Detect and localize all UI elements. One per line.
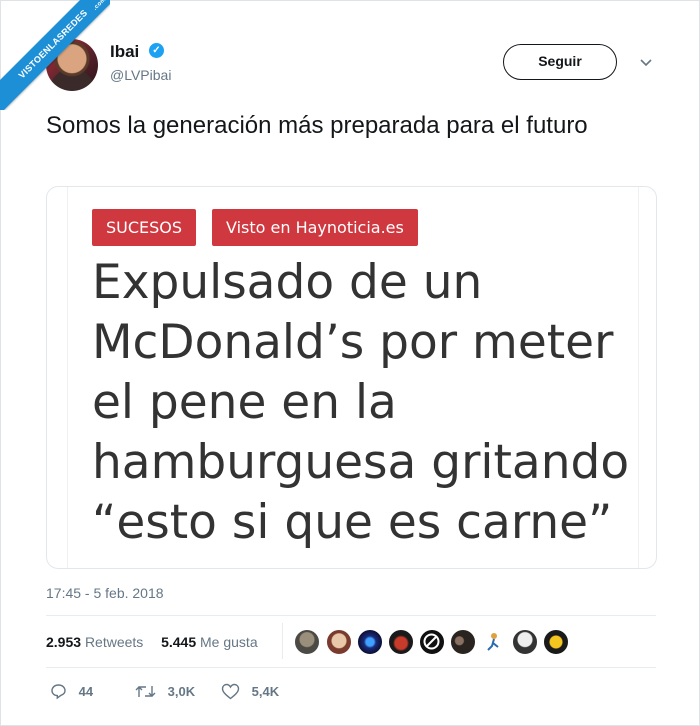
watermark-sub: .com (92, 0, 108, 12)
watermark-ribbon: VISTOENLASREDES .com (0, 0, 110, 110)
liker-avatar[interactable] (326, 629, 352, 655)
engagement-stats: 2.953 Retweets 5.445 Me gusta (46, 634, 258, 650)
like-count: 5,4K (251, 684, 280, 700)
article-image: SUCESOS Visto en Haynoticia.es Expulsado… (67, 187, 639, 568)
author-name[interactable]: Ibai (110, 42, 139, 62)
tag-sucesos: SUCESOS (92, 209, 197, 246)
liker-avatar[interactable] (450, 629, 476, 655)
reply-button[interactable]: 44 (50, 683, 93, 700)
retweets-count[interactable]: 2.953 (46, 634, 81, 650)
retweet-button[interactable]: 3,0K (135, 683, 195, 700)
divider (46, 667, 656, 668)
likes-label[interactable]: Me gusta (200, 634, 258, 650)
liker-avatar[interactable] (388, 629, 414, 655)
tweet-timestamp[interactable]: 17:45 - 5 feb. 2018 (46, 585, 164, 601)
chevron-down-icon[interactable] (636, 52, 656, 72)
likes-count[interactable]: 5.445 (161, 634, 196, 650)
heart-icon (221, 683, 240, 700)
tag-source: Visto en Haynoticia.es (212, 209, 418, 246)
media-card[interactable]: SUCESOS Visto en Haynoticia.es Expulsado… (46, 186, 657, 569)
retweet-icon (135, 686, 156, 698)
like-button[interactable]: 5,4K (221, 683, 279, 700)
liker-avatar[interactable] (512, 629, 538, 655)
circle-slash-icon (423, 633, 440, 650)
author-handle[interactable]: @LVPibai (110, 67, 171, 83)
liker-avatar[interactable] (481, 629, 507, 655)
watermark-text: VISTOENLASREDES (16, 7, 90, 81)
tweet-text: Somos la generación más preparada para e… (46, 112, 588, 139)
article-headline: Expulsado de un McDonald’s por meter el … (92, 255, 630, 550)
retweet-count: 3,0K (167, 684, 196, 700)
liker-avatar[interactable] (419, 629, 445, 655)
stats-separator (282, 623, 283, 659)
figure-icon (487, 633, 499, 651)
reply-icon (51, 684, 66, 700)
verified-badge-icon: ✓ (149, 43, 164, 58)
follow-button[interactable]: Seguir (503, 44, 617, 80)
reply-count: 44 (78, 684, 94, 700)
divider (46, 615, 656, 616)
retweets-label[interactable]: Retweets (85, 634, 143, 650)
liker-avatar[interactable] (294, 629, 320, 655)
liker-avatar[interactable] (357, 629, 383, 655)
liker-avatar[interactable] (543, 629, 569, 655)
